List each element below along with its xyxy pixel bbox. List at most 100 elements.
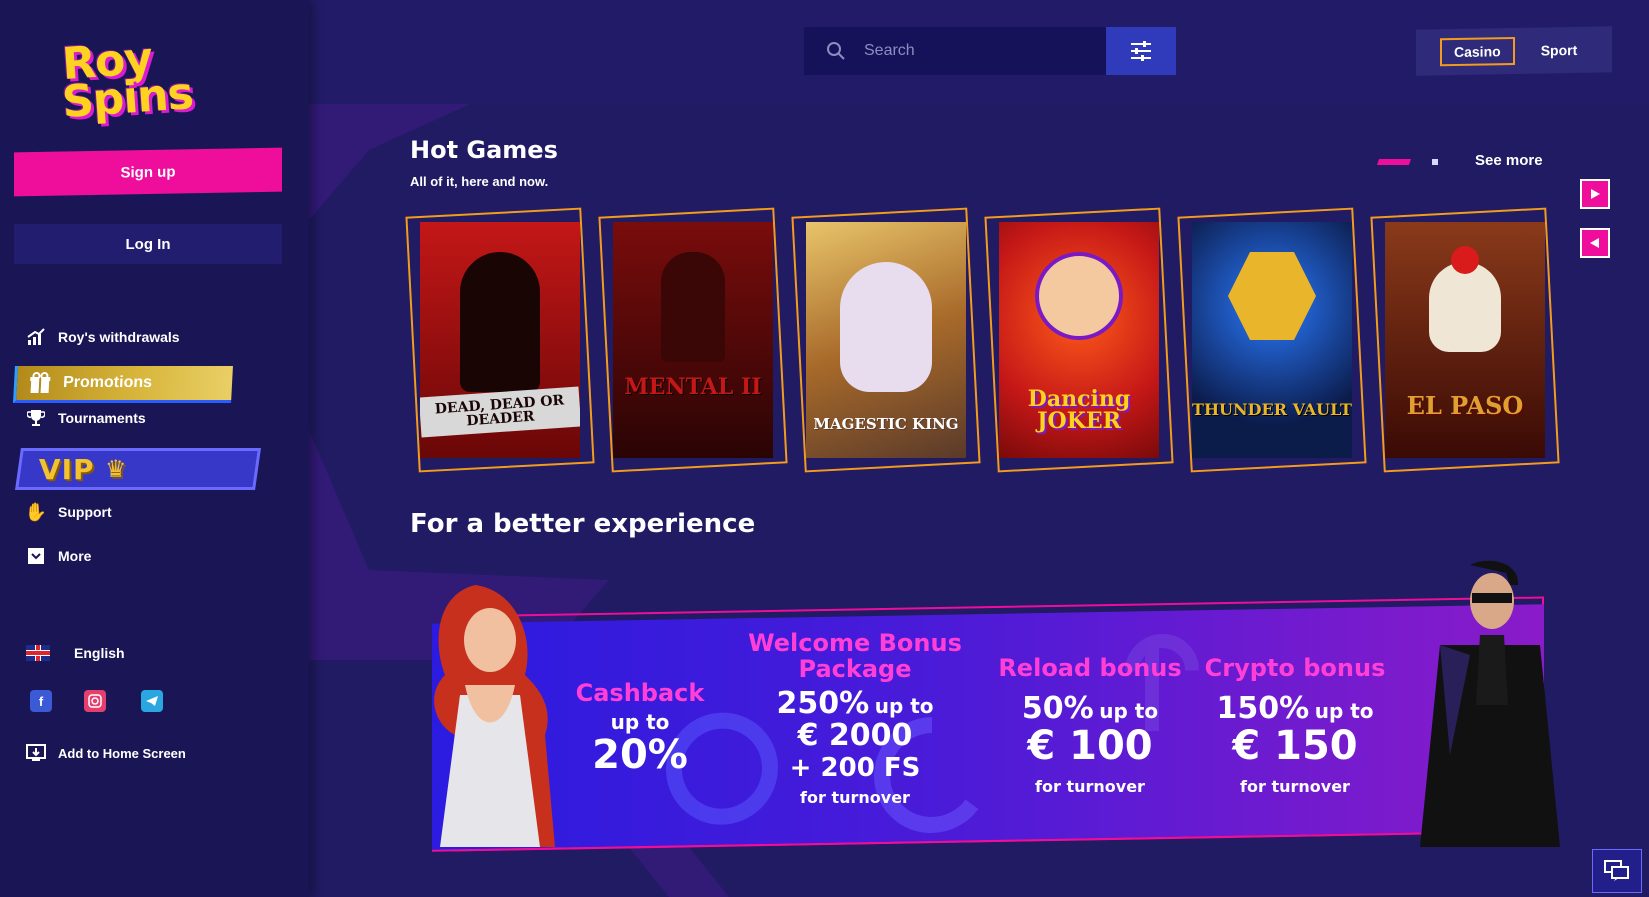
game-card[interactable]: DEAD, DEAD OR DEADER xyxy=(405,207,595,473)
signup-button[interactable]: Sign up xyxy=(14,147,282,197)
game-card[interactable]: MENTAL II xyxy=(598,207,788,473)
chat-button[interactable] xyxy=(1592,849,1642,893)
arrow-left-icon xyxy=(1590,238,1599,248)
lightning-emblem xyxy=(1228,252,1316,340)
game-title: Dancing JOKER xyxy=(1027,386,1131,434)
sidebar-item-more[interactable]: More xyxy=(26,546,91,566)
game-card[interactable]: MAGESTIC KING xyxy=(791,207,981,473)
welcome-amount: € 2000 xyxy=(797,718,913,753)
game-thumbnail: MENTAL II xyxy=(613,222,773,458)
sidebar-item-label: Roy's withdrawals xyxy=(58,329,180,345)
welcome-title-line2: Package xyxy=(798,655,912,683)
hot-games-subtitle: All of it, here and now. xyxy=(410,174,549,189)
hand-icon: ✋ xyxy=(24,501,48,522)
welcome-percent: 250% xyxy=(776,686,870,721)
game-thumbnail: THUNDER VAULT xyxy=(1192,222,1352,458)
chat-icon xyxy=(1604,860,1629,881)
crypto-turnover: for turnover xyxy=(1240,777,1350,796)
sidebar: Roy Spins Sign up Log In Roy's withdrawa… xyxy=(0,0,309,897)
trophy-icon xyxy=(26,408,46,428)
logo-line2: Spins xyxy=(60,68,195,129)
game-card[interactable]: EL PASO xyxy=(1370,207,1560,473)
crypto-upto: up to xyxy=(1314,699,1374,723)
next-arrow-button[interactable] xyxy=(1580,179,1610,209)
reload-amount: € 100 xyxy=(1027,723,1153,769)
gift-icon xyxy=(29,372,52,394)
welcome-upto: up to xyxy=(874,694,934,718)
filter-button[interactable] xyxy=(1106,27,1176,75)
promo-reload: Reload bonus 50% up to € 100 for turnove… xyxy=(990,655,1190,796)
promo-cashback: Cashback up to 20% xyxy=(560,680,720,776)
crown-icon: ♛ xyxy=(104,455,128,483)
pager-active[interactable] xyxy=(1376,159,1412,165)
game-title: MENTAL II xyxy=(624,374,762,400)
language-selector[interactable]: English xyxy=(26,645,125,661)
sidebar-item-label: More xyxy=(58,548,92,564)
welcome-freespins: + 200 FS xyxy=(789,753,921,783)
game-card[interactable]: Dancing JOKER xyxy=(984,207,1174,473)
lion-figure xyxy=(840,262,932,392)
game-thumbnail: MAGESTIC KING xyxy=(806,222,966,458)
game-title: DEAD, DEAD OR DEADER xyxy=(420,386,580,438)
see-more-link[interactable]: See more xyxy=(1475,152,1543,169)
search-icon xyxy=(827,42,845,60)
joker-face xyxy=(1035,252,1123,340)
game-thumbnail: EL PASO xyxy=(1385,222,1545,458)
sidebar-item-promotions[interactable]: Promotions xyxy=(13,366,233,403)
cowboy-silhouette xyxy=(460,252,540,392)
character-silhouette xyxy=(661,252,725,362)
chart-icon xyxy=(26,327,46,347)
login-button[interactable]: Log In xyxy=(14,224,282,264)
promo-man-figure xyxy=(1410,555,1570,847)
sliders-icon xyxy=(1131,41,1151,61)
pager-dot[interactable] xyxy=(1432,159,1438,165)
sidebar-item-label: Promotions xyxy=(62,374,153,391)
logo[interactable]: Roy Spins xyxy=(60,33,238,129)
promo-crypto: Crypto bonus 150% up to € 150 for turnov… xyxy=(1195,655,1395,796)
cashback-value: 20% xyxy=(592,732,688,778)
game-thumbnail: DEAD, DEAD OR DEADER xyxy=(420,222,580,458)
game-card[interactable]: THUNDER VAULT xyxy=(1177,207,1367,473)
game-title: EL PASO xyxy=(1406,391,1524,420)
uk-flag-icon xyxy=(26,645,50,661)
casino-sport-switch: Casino Sport xyxy=(1416,26,1612,76)
game-thumbnail: Dancing JOKER xyxy=(999,222,1159,458)
add-to-home-screen[interactable]: Add to Home Screen xyxy=(26,744,186,762)
promo-welcome: Welcome Bonus Package 250% up to € 2000 … xyxy=(740,630,970,807)
vip-label: VIP xyxy=(39,452,95,486)
install-icon xyxy=(26,744,46,762)
skull-figure xyxy=(1429,262,1501,352)
prev-arrow-button[interactable] xyxy=(1580,228,1610,258)
sidebar-item-withdrawals[interactable]: Roy's withdrawals xyxy=(26,327,180,347)
instagram-icon[interactable] xyxy=(84,690,106,712)
crypto-amount: € 150 xyxy=(1232,723,1358,769)
rose-figure xyxy=(1451,246,1479,274)
crypto-title: Crypto bonus xyxy=(1204,654,1386,682)
tab-sport[interactable]: Sport xyxy=(1541,42,1578,59)
sidebar-item-tournaments[interactable]: Tournaments xyxy=(26,408,146,428)
search-input[interactable] xyxy=(864,42,1084,60)
welcome-title-line1: Welcome Bonus xyxy=(748,629,962,657)
language-label: English xyxy=(74,645,125,661)
sidebar-item-support[interactable]: ✋ Support xyxy=(24,501,112,522)
sidebar-item-vip[interactable]: VIP ♛ xyxy=(15,448,261,490)
tab-casino[interactable]: Casino xyxy=(1440,36,1515,67)
reload-title: Reload bonus xyxy=(998,654,1182,682)
sidebar-item-label: Support xyxy=(58,504,112,520)
game-title: MAGESTIC KING xyxy=(813,415,959,433)
welcome-turnover: for turnover xyxy=(800,788,910,807)
facebook-icon[interactable]: f xyxy=(30,690,52,712)
chevron-down-icon xyxy=(26,546,46,566)
sidebar-item-label: Tournaments xyxy=(58,410,146,426)
game-title: THUNDER VAULT xyxy=(1192,400,1352,419)
search-box[interactable] xyxy=(804,27,1106,75)
hot-games-title: Hot Games xyxy=(410,136,558,164)
reload-upto: up to xyxy=(1099,699,1159,723)
add-home-label: Add to Home Screen xyxy=(58,745,186,761)
cashback-upto: up to xyxy=(610,710,670,734)
telegram-icon[interactable] xyxy=(141,690,163,712)
cashback-title: Cashback xyxy=(575,679,705,707)
experience-title: For a better experience xyxy=(410,509,756,539)
arrow-right-icon xyxy=(1591,189,1600,199)
reload-percent: 50% xyxy=(1021,691,1094,726)
